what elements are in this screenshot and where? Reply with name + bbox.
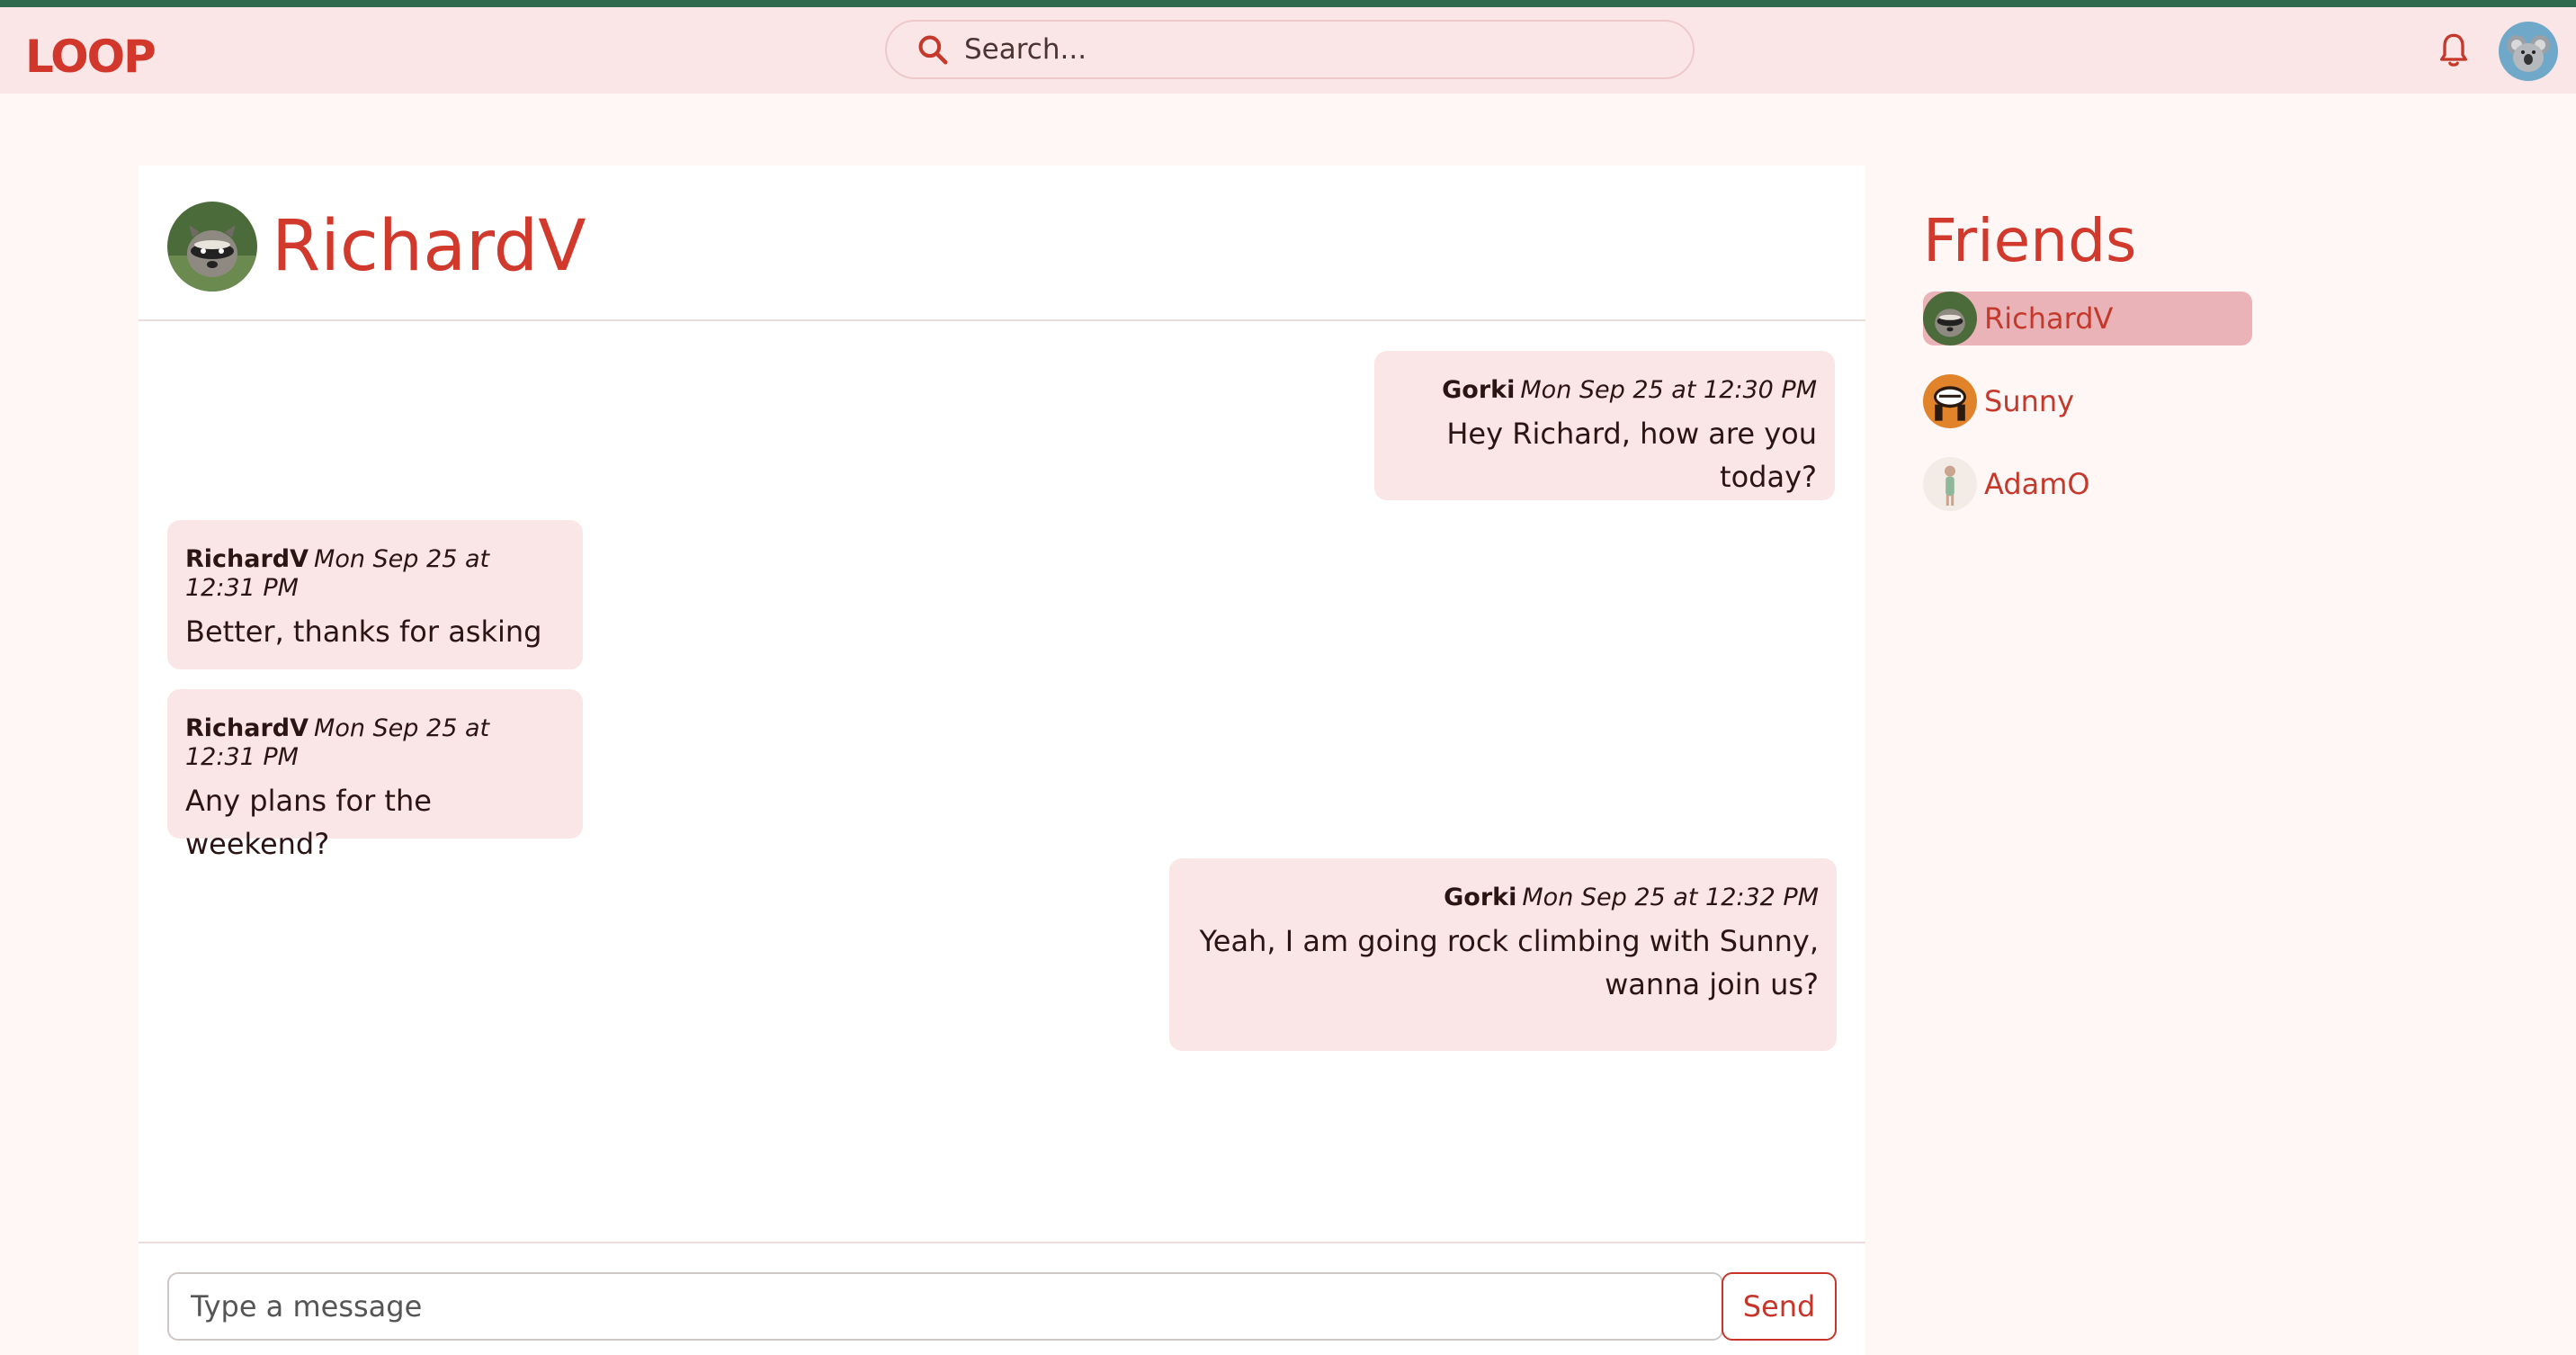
- friend-item-richardv[interactable]: RichardV: [1923, 292, 2252, 345]
- message-author: RichardV: [185, 545, 309, 573]
- message-text: Yeah, I am going rock climbing with Sunn…: [1187, 920, 1820, 1006]
- message-author: Gorki: [1442, 376, 1516, 404]
- message-text: Any plans for the weekend?: [185, 784, 432, 861]
- user-avatar[interactable]: [2499, 22, 2558, 81]
- message-bubble: Gorki Mon Sep 25 at 12:32 PM Yeah, I am g…: [1169, 858, 1837, 1051]
- app-logo[interactable]: LOOP: [25, 34, 157, 79]
- friend-name: Sunny: [1984, 384, 2075, 418]
- message-input[interactable]: [167, 1272, 1723, 1341]
- chat-header: RichardV: [139, 166, 1865, 321]
- top-accent-strip: [0, 0, 2576, 7]
- message-meta: Gorki Mon Sep 25 at 12:30 PM: [1392, 376, 1817, 405]
- chat-title: RichardV: [272, 206, 586, 287]
- message-text-line: Yeah, I am going rock climbing with Sunn…: [1199, 924, 1820, 958]
- friend-name: AdamO: [1984, 467, 2090, 501]
- friend-item-adamo[interactable]: AdamO: [1923, 457, 2252, 511]
- chat-panel: RichardV Gorki Mon Sep 25 at 12:30 PM Hey…: [139, 166, 1865, 1355]
- friend-avatar: [1923, 292, 1977, 345]
- search-input[interactable]: [962, 32, 1646, 67]
- message-bubble: Gorki Mon Sep 25 at 12:30 PM Hey Richard,…: [1374, 351, 1835, 500]
- message-meta: RichardV Mon Sep 25 at 12:31 PM: [185, 545, 565, 603]
- message-author: Gorki: [1444, 884, 1517, 911]
- navbar: LOOP: [0, 7, 2576, 94]
- search-icon: [918, 35, 948, 65]
- friend-avatar: [1923, 374, 1977, 428]
- message-text-line: wanna join us?: [1605, 967, 1819, 1001]
- message-author: RichardV: [185, 714, 309, 742]
- send-button[interactable]: Send: [1722, 1272, 1837, 1341]
- bell-icon[interactable]: [2436, 31, 2472, 70]
- message-time: Mon Sep 25 at 12:30 PM: [1520, 376, 1817, 404]
- friend-item-sunny[interactable]: Sunny: [1923, 374, 2252, 428]
- message-composer: Send: [139, 1242, 1865, 1355]
- chat-partner-avatar: [167, 202, 257, 292]
- message-meta: Gorki Mon Sep 25 at 12:32 PM: [1187, 884, 1819, 912]
- message-bubble: RichardV Mon Sep 25 at 12:31 PM Any plans…: [167, 689, 583, 861]
- message-time: Mon Sep 25 at 12:32 PM: [1522, 884, 1819, 911]
- message-text: Better, thanks for asking: [185, 615, 542, 649]
- search-bar[interactable]: [885, 20, 1695, 79]
- message-text: Hey Richard, how are you today?: [1446, 417, 1817, 494]
- friends-title: Friends: [1923, 206, 2137, 275]
- friend-name: RichardV: [1984, 301, 2114, 336]
- message-bubble: RichardV Mon Sep 25 at 12:31 PM Better, t…: [167, 520, 583, 669]
- friend-avatar: [1923, 457, 1977, 511]
- message-meta: RichardV Mon Sep 25 at 12:31 PM: [185, 714, 565, 772]
